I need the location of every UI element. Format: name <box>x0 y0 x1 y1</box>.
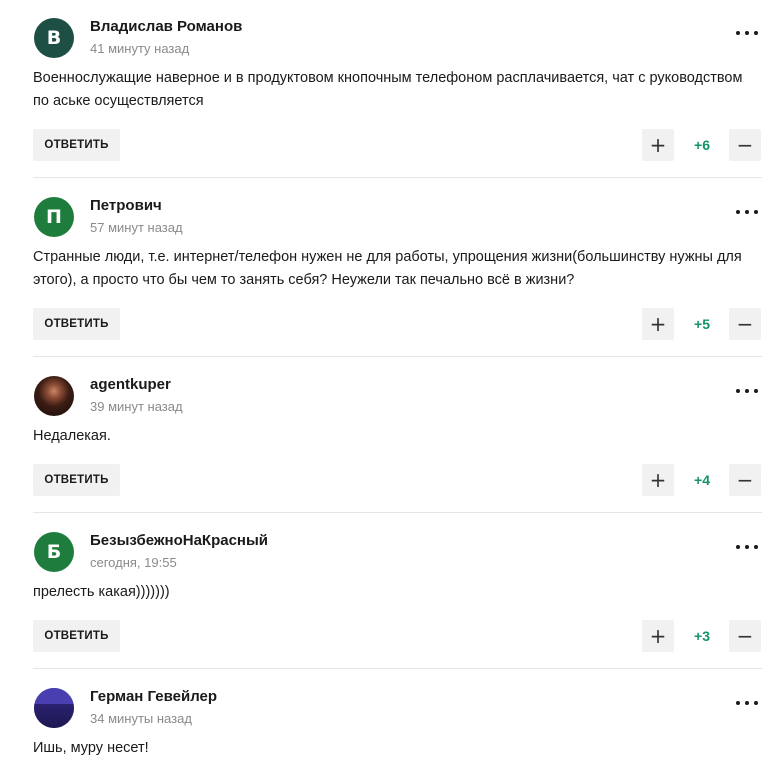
comment-score: +6 <box>694 137 710 153</box>
comment-text: Военнослужащие наверное и в продуктовом … <box>33 70 743 109</box>
avatar[interactable] <box>34 376 74 416</box>
downvote-button[interactable]: − <box>729 620 761 652</box>
divider <box>33 177 762 178</box>
comment-time: 41 минуту назад <box>90 41 190 56</box>
minus-icon: − <box>736 312 754 336</box>
author-name[interactable]: Владислав Романов <box>90 18 242 35</box>
avatar[interactable]: П <box>34 197 74 237</box>
reply-button[interactable]: ОТВЕТИТЬ <box>33 308 120 340</box>
avatar-letter: В <box>46 27 62 49</box>
more-dots-icon[interactable] <box>736 26 758 40</box>
more-dots-icon[interactable] <box>736 696 758 710</box>
comment-text: прелесть какая))))))) <box>33 584 170 600</box>
upvote-button[interactable]: + <box>642 308 674 340</box>
more-dots-icon[interactable] <box>736 205 758 219</box>
plus-icon: + <box>649 312 667 336</box>
comment-text: Странные люди, т.е. интернет/телефон нуж… <box>33 249 742 288</box>
comment-score: +3 <box>694 628 710 644</box>
author-name[interactable]: Петрович <box>90 197 162 214</box>
comment-time: 34 минуты назад <box>90 711 192 726</box>
comment-time: 57 минут назад <box>90 220 183 235</box>
plus-icon: + <box>649 468 667 492</box>
upvote-button[interactable]: + <box>642 464 674 496</box>
divider <box>33 512 762 513</box>
reply-button[interactable]: ОТВЕТИТЬ <box>33 620 120 652</box>
plus-icon: + <box>649 133 667 157</box>
avatar-letter: П <box>46 206 62 228</box>
minus-icon: − <box>736 468 754 492</box>
comments-feed: В Владислав Романов 41 минуту назад Воен… <box>0 0 780 765</box>
author-name[interactable]: БезызбежноНаКрасный <box>90 532 268 549</box>
downvote-button[interactable]: − <box>729 308 761 340</box>
more-dots-icon[interactable] <box>736 384 758 398</box>
author-name[interactable]: agentkuper <box>90 376 171 393</box>
more-dots-icon[interactable] <box>736 540 758 554</box>
minus-icon: − <box>736 133 754 157</box>
avatar-letter: Б <box>46 541 62 563</box>
upvote-button[interactable]: + <box>642 129 674 161</box>
comment-score: +5 <box>694 316 710 332</box>
divider <box>33 356 762 357</box>
comment-time: сегодня, 19:55 <box>90 555 177 570</box>
downvote-button[interactable]: − <box>729 129 761 161</box>
reply-button[interactable]: ОТВЕТИТЬ <box>33 129 120 161</box>
avatar[interactable] <box>34 688 74 728</box>
comment-score: +4 <box>694 472 710 488</box>
avatar[interactable]: Б <box>34 532 74 572</box>
comment-time: 39 минут назад <box>90 399 183 414</box>
minus-icon: − <box>736 624 754 648</box>
avatar[interactable]: В <box>34 18 74 58</box>
comment-text: Ишь, муру несет! <box>33 740 149 756</box>
upvote-button[interactable]: + <box>642 620 674 652</box>
divider <box>33 668 762 669</box>
reply-button[interactable]: ОТВЕТИТЬ <box>33 464 120 496</box>
downvote-button[interactable]: − <box>729 464 761 496</box>
plus-icon: + <box>649 624 667 648</box>
author-name[interactable]: Герман Гевейлер <box>90 688 217 705</box>
comment-text: Недалекая. <box>33 428 111 444</box>
